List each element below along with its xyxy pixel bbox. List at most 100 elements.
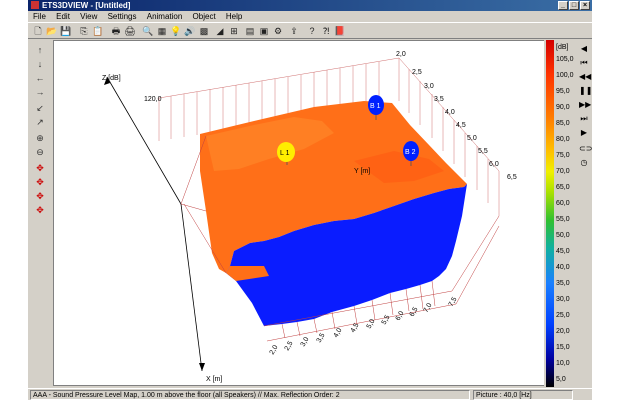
copy-icon[interactable]: ⎘ (78, 25, 90, 37)
x-tick-3-0: 3,0 (300, 336, 311, 348)
graph-icon[interactable]: ⊞ (228, 25, 240, 37)
legend-label: 85,0 (556, 120, 570, 127)
x-tick-7-5: 7,5 (448, 296, 459, 308)
menu-view[interactable]: View (80, 12, 97, 21)
reset-view-icon[interactable]: ✥ (34, 204, 46, 216)
link-icon[interactable]: ⊂⊃ (579, 144, 592, 154)
x-tick-2-0: 2,0 (269, 344, 280, 356)
status-text: AAA - Sound Pressure Level Map, 1.00 m a… (30, 390, 470, 400)
table-icon[interactable]: ▤ (244, 25, 256, 37)
toolbar: 🗋 📂 💾 ⎘ 📋 🖶 🖨 🔍 ▦ 💡 🔊 ▩ ◢ ⊞ ▤ ▣ ⚙ ⇪? ⁈ 📕 (28, 22, 592, 39)
clock-icon[interactable]: ◷ (579, 158, 589, 168)
legend-label: 10,0 (556, 360, 570, 367)
menu-bar: File Edit View Settings Animation Object… (28, 11, 592, 22)
legend-label: 105,0 (556, 56, 574, 63)
x-tick-6-0: 6,0 (395, 310, 406, 322)
settings-icon[interactable]: ⚙ (272, 25, 284, 37)
menu-help[interactable]: Help (226, 12, 242, 21)
rotate-z-icon[interactable]: ✥ (34, 190, 46, 202)
move-up-icon[interactable]: ↑ (34, 44, 46, 56)
play-back-icon[interactable]: ◀ (579, 44, 589, 54)
rotate-y-icon[interactable]: ✥ (34, 176, 46, 188)
image-icon[interactable]: ▣ (258, 25, 270, 37)
app-icon (31, 1, 39, 9)
y-tick-2-0: 2,0 (396, 51, 406, 58)
book-icon[interactable]: 📕 (334, 25, 346, 37)
plot-3d: Z [dB] X [m] 120,0 2,0 2,5 3,0 3,5 4,0 4… (102, 51, 517, 383)
print-icon[interactable]: 🖶 (110, 25, 122, 37)
move-down-icon[interactable]: ↓ (34, 58, 46, 70)
y-tick-2-5: 2,5 (412, 69, 422, 76)
diagonal-out-icon[interactable]: ↗ (34, 116, 46, 128)
close-button[interactable]: × (580, 1, 590, 10)
menu-object[interactable]: Object (193, 12, 216, 21)
x-tick-6-5: 6,5 (409, 306, 420, 318)
legend-label: 80,0 (556, 136, 570, 143)
color-map-icon[interactable]: ▩ (198, 25, 210, 37)
export-icon[interactable]: ⇪ (288, 25, 300, 37)
y-tick-4-5: 4,5 (456, 122, 466, 129)
move-left-icon[interactable]: ← (34, 72, 46, 84)
zoom-in-icon[interactable]: ⊕ (34, 132, 46, 144)
legend-label: 20,0 (556, 328, 570, 335)
print-preview-icon[interactable]: 🖨 (124, 25, 136, 37)
menu-animation[interactable]: Animation (147, 12, 183, 21)
plot-canvas[interactable]: Z [dB] X [m] 120,0 2,0 2,5 3,0 3,5 4,0 4… (53, 40, 567, 386)
z-axis-label: Z [dB] (102, 75, 121, 82)
x-axis-line (180, 203, 203, 372)
help-icon[interactable]: ? (306, 25, 318, 37)
menu-settings[interactable]: Settings (108, 12, 137, 21)
marker-l1-label: L 1 (280, 150, 290, 157)
grid-icon[interactable]: ▦ (156, 25, 168, 37)
new-file-icon[interactable]: 🗋 (32, 25, 44, 37)
last-frame-icon[interactable]: ⏭ (579, 114, 589, 124)
play-icon[interactable]: ▶ (579, 128, 589, 138)
menu-file[interactable]: File (33, 12, 46, 21)
x-tick-4-0: 4,0 (333, 327, 344, 339)
app-window: ETS3DVIEW - [Untitled] _ □ × File Edit V… (28, 0, 592, 400)
menu-edit[interactable]: Edit (56, 12, 70, 21)
zoom-icon[interactable]: 🔍 (142, 25, 154, 37)
legend-label: 35,0 (556, 280, 570, 287)
title-bar: ETS3DVIEW - [Untitled] _ □ × (28, 0, 592, 11)
bulb-icon[interactable]: 💡 (170, 25, 182, 37)
legend-label: 45,0 (556, 248, 570, 255)
open-folder-icon[interactable]: 📂 (46, 25, 58, 37)
x-axis-arrow (199, 363, 205, 371)
legend-label: 40,0 (556, 264, 570, 271)
first-frame-icon[interactable]: ⏮ (579, 58, 589, 68)
diagonal-in-icon[interactable]: ↙ (34, 102, 46, 114)
rewind-icon[interactable]: ◀◀ (579, 72, 591, 82)
minimize-button[interactable]: _ (558, 1, 568, 10)
animation-tools: ◀ ⏮ ◀◀ ❚❚ ▶▶ ⏭ ▶ ⊂⊃ ◷ (576, 40, 592, 190)
chart-icon[interactable]: ◢ (214, 25, 226, 37)
y-tick-4-0: 4,0 (445, 109, 455, 116)
context-help-icon[interactable]: ⁈ (320, 25, 332, 37)
color-scale-bar (546, 40, 554, 387)
window-title: ETS3DVIEW - [Untitled] (42, 1, 131, 10)
x-tick-7-0: 7,0 (423, 302, 434, 314)
z-tick-label: 120,0 (144, 96, 162, 103)
fast-forward-icon[interactable]: ▶▶ (579, 100, 591, 110)
color-legend: [dB] 105,0 100,0 95,0 90,0 85,0 80,0 75,0 70,0 6… (544, 40, 574, 388)
x-tick-3-5: 3,5 (316, 332, 327, 344)
zoom-out-icon[interactable]: ⊖ (34, 146, 46, 158)
speaker-icon[interactable]: 🔊 (184, 25, 196, 37)
x-tick-4-5: 4,5 (350, 322, 361, 334)
y-tick-5-5: 5,5 (478, 148, 488, 155)
y-tick-6-0: 6,0 (489, 161, 499, 168)
maximize-button[interactable]: □ (569, 1, 579, 10)
pause-icon[interactable]: ❚❚ (579, 86, 592, 96)
legend-label: 55,0 (556, 216, 570, 223)
rotate-x-icon[interactable]: ✥ (34, 162, 46, 174)
move-right-icon[interactable]: → (34, 86, 46, 98)
y-axis-label: Y [m] (354, 168, 370, 175)
y-tick-5-0: 5,0 (467, 135, 477, 142)
save-icon[interactable]: 💾 (60, 25, 72, 37)
legend-label: 50,0 (556, 232, 570, 239)
legend-label: 75,0 (556, 152, 570, 159)
x-tick-2-5: 2,5 (284, 340, 295, 352)
status-bar: AAA - Sound Pressure Level Map, 1.00 m a… (28, 388, 592, 401)
paste-icon[interactable]: 📋 (92, 25, 104, 37)
y-tick-6-5: 6,5 (507, 174, 517, 181)
